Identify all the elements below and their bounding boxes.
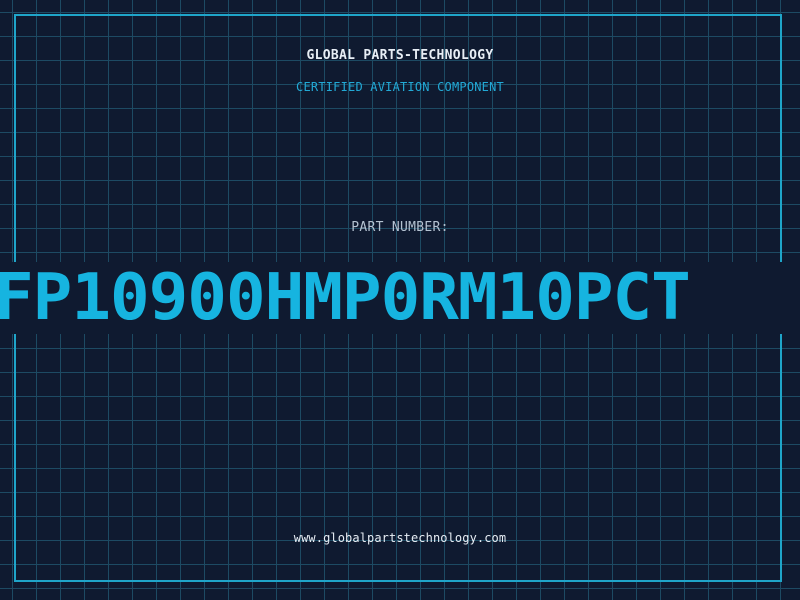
website-url: www.globalpartstechnology.com [293, 531, 507, 545]
label-page: GLOBAL PARTS-TECHNOLOGY CERTIFIED AVIATI… [0, 0, 800, 600]
part-number-label: PART NUMBER: [351, 220, 449, 235]
part-number-band: FP10900HMP0RM10PCT [0, 262, 800, 334]
certification-subtitle: CERTIFIED AVIATION COMPONENT [296, 80, 504, 94]
part-number-value: FP10900HMP0RM10PCT [0, 262, 691, 334]
company-name: GLOBAL PARTS-TECHNOLOGY [306, 48, 494, 63]
